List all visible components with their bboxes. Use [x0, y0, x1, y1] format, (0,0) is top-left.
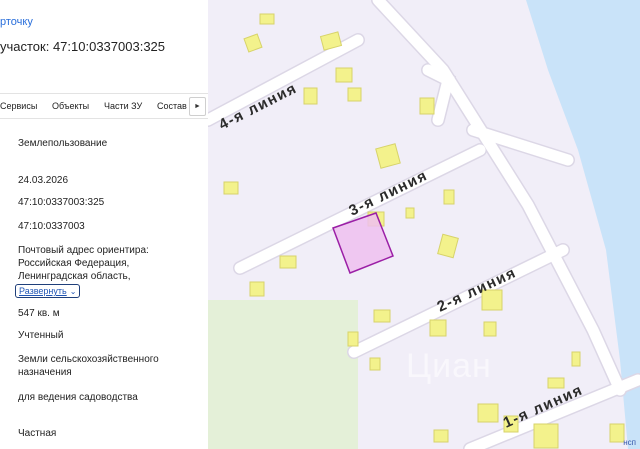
- tab-objects[interactable]: Объекты: [52, 101, 89, 111]
- field-address-line: Российская Федерация,: [18, 258, 130, 269]
- green-area: [208, 300, 358, 449]
- field-cadastral-number: 47:10:0337003:325: [18, 197, 105, 208]
- field-ownership: Частная: [18, 428, 57, 439]
- field-status: Учтенный: [18, 330, 64, 341]
- field-address-label: Почтовый адрес ориентира:: [18, 245, 149, 256]
- field-permitted-use: для ведения садоводства: [18, 392, 138, 403]
- expand-label: Развернуть: [19, 286, 67, 296]
- watermark: Циан: [406, 347, 492, 385]
- expand-button[interactable]: Развернуть ⌄: [15, 284, 81, 298]
- field-date: 24.03.2026: [18, 175, 69, 186]
- field-area: 547 кв. м: [18, 308, 60, 319]
- tab-services[interactable]: Сервисы: [0, 101, 37, 111]
- tabs-bar: Сервисы Объекты Части ЗУ Состав ►: [0, 93, 208, 119]
- field-quarter-number: 47:10:0337003: [18, 221, 85, 232]
- tab-parts[interactable]: Части ЗУ: [104, 101, 142, 111]
- map-attribution[interactable]: нсп: [623, 438, 636, 447]
- back-link[interactable]: рточку: [0, 16, 33, 28]
- chevron-right-icon: ►: [194, 103, 201, 110]
- street-label-2: 2-я линия: [435, 264, 520, 316]
- tabs-scroll-button[interactable]: ►: [189, 97, 206, 116]
- street-label-3: 3-я линия: [346, 167, 430, 220]
- page-title: участок: 47:10:0337003:325: [0, 39, 166, 54]
- field-land-category: Земли сельскохозяйственного: [18, 354, 159, 365]
- tab-composition[interactable]: Состав: [157, 101, 187, 111]
- map[interactable]: 4-я линия 3-я линия 2-я линия 1-я линия …: [208, 0, 640, 449]
- field-land-category-line: назначения: [18, 367, 72, 378]
- field-address-line: Ленинградская область,: [18, 271, 131, 282]
- info-panel: рточку участок: 47:10:0337003:325 Сервис…: [0, 0, 208, 449]
- field-category: Землепользование: [18, 138, 108, 149]
- chevron-down-icon: ⌄: [69, 287, 77, 296]
